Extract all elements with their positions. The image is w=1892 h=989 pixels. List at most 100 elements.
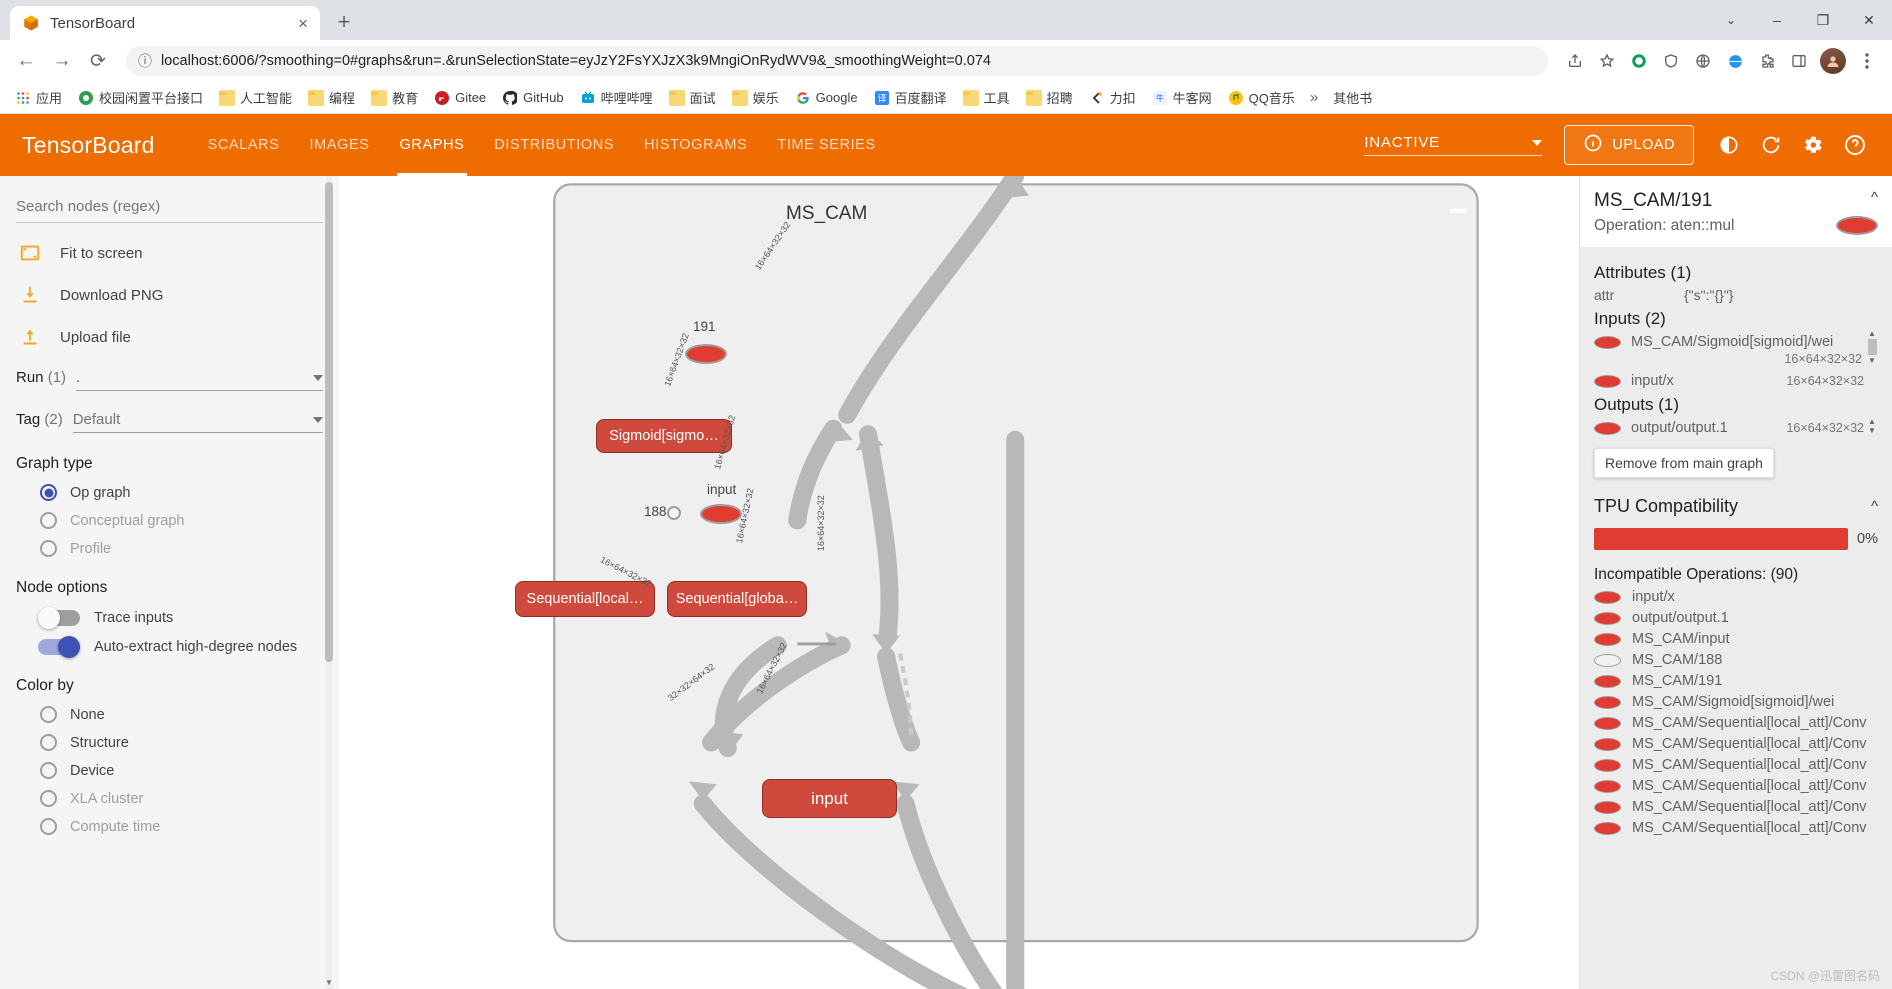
inactive-dropdown[interactable]: INACTIVE xyxy=(1364,134,1543,156)
radio-color-xla-cluster[interactable]: XLA cluster xyxy=(16,790,323,807)
forward-icon[interactable]: → xyxy=(46,45,78,77)
radio-color-structure[interactable]: Structure xyxy=(16,734,323,751)
node-input-bottom[interactable]: input xyxy=(762,779,897,818)
upload-file-button[interactable]: Upload file xyxy=(16,325,323,349)
edge-shield-icon[interactable] xyxy=(1624,46,1654,76)
scroll-down-arrow-icon[interactable]: ▼ xyxy=(324,977,334,987)
address-bar[interactable]: ⓘ localhost:6006/?smoothing=0#graphs&run… xyxy=(126,46,1548,76)
back-icon[interactable]: ← xyxy=(10,45,42,77)
bookmark-item[interactable]: 编程 xyxy=(301,85,362,110)
bookmark-item[interactable]: 校园闲置平台接口 xyxy=(71,85,210,110)
tab-scalars[interactable]: SCALARS xyxy=(193,114,295,176)
tab-search-chevron-down-icon[interactable]: ⌄ xyxy=(1708,0,1754,40)
radio-conceptual-graph[interactable]: Conceptual graph xyxy=(16,512,323,529)
bookmark-item[interactable]: 工具 xyxy=(956,85,1017,110)
radio-color-none[interactable]: None xyxy=(16,706,323,723)
dark-mode-icon[interactable] xyxy=(1711,127,1747,163)
star-icon[interactable] xyxy=(1592,46,1622,76)
site-info-icon[interactable]: ⓘ xyxy=(138,51,152,71)
incompatible-op-row[interactable]: MS_CAM/191 xyxy=(1594,673,1878,689)
share-icon[interactable] xyxy=(1560,46,1590,76)
download-png-button[interactable]: Download PNG xyxy=(16,283,323,307)
new-tab-button[interactable]: + xyxy=(330,8,358,36)
node-sequential-local[interactable]: Sequential[local… xyxy=(515,581,655,617)
help-question-icon[interactable] xyxy=(1837,127,1873,163)
bookmark-item[interactable]: 教育 xyxy=(364,85,425,110)
inspector-scroll-region[interactable]: Attributes (1) attr {"s":"{}"} Inputs (2… xyxy=(1580,247,1892,989)
tensorboard-logo[interactable]: TensorBoard xyxy=(22,132,155,159)
incompatible-op-row[interactable]: MS_CAM/Sequential[local_att]/Conv xyxy=(1594,799,1878,815)
run-dropdown[interactable]: . xyxy=(76,369,323,391)
bookmark-item[interactable]: 哔哩哔哩 xyxy=(573,85,660,110)
search-input[interactable] xyxy=(16,194,323,223)
inputs-scrollbar[interactable]: ▲ ▼ xyxy=(1866,329,1878,389)
tpu-compatibility-header[interactable]: TPU Compatibility ^ xyxy=(1594,496,1878,517)
outputs-scrollbar[interactable]: ▲ ▼ xyxy=(1866,417,1878,435)
tab-time-series[interactable]: TIME SERIES xyxy=(762,114,890,176)
translate-icon[interactable] xyxy=(1688,46,1718,76)
bookmark-item[interactable]: GitHub xyxy=(495,87,570,109)
incompatible-op-row[interactable]: input/x xyxy=(1594,589,1878,605)
bookmark-item[interactable]: 招聘 xyxy=(1019,85,1080,110)
scroll-down-arrow-icon[interactable]: ▼ xyxy=(1868,426,1876,435)
bookmark-item[interactable]: Google xyxy=(788,87,865,109)
scroll-up-arrow-icon[interactable]: ▲ xyxy=(1868,417,1876,426)
incompatible-op-row[interactable]: MS_CAM/188 xyxy=(1594,652,1878,668)
toggle-auto-extract[interactable]: Auto-extract high-degree nodes xyxy=(16,636,323,658)
toggle-trace-inputs[interactable]: Trace inputs xyxy=(16,607,323,629)
incompatible-op-row[interactable]: output/output.1 xyxy=(1594,610,1878,626)
tab-images[interactable]: IMAGES xyxy=(295,114,385,176)
tab-distributions[interactable]: DISTRIBUTIONS xyxy=(479,114,629,176)
fit-to-screen-button[interactable]: Fit to screen xyxy=(16,241,323,265)
minimize-button[interactable]: – xyxy=(1754,0,1800,40)
incompatible-op-row[interactable]: MS_CAM/Sequential[local_att]/Conv xyxy=(1594,736,1878,752)
reload-icon[interactable] xyxy=(1753,127,1789,163)
bookmark-item[interactable]: 牛 牛客网 xyxy=(1145,85,1219,110)
puzzle-icon[interactable] xyxy=(1752,46,1782,76)
bookmark-item[interactable]: 面试 xyxy=(662,85,723,110)
maximize-button[interactable]: ❐ xyxy=(1800,0,1846,40)
incompatible-op-row[interactable]: MS_CAM/input xyxy=(1594,631,1878,647)
close-window-button[interactable]: ✕ xyxy=(1846,0,1892,40)
other-bookmarks-button[interactable]: 其他书 xyxy=(1326,85,1379,110)
extension-globe-icon[interactable] xyxy=(1720,46,1750,76)
reload-icon[interactable]: ⟳ xyxy=(82,45,114,77)
close-icon[interactable]: × xyxy=(298,15,308,32)
bookmark-item[interactable]: 人工智能 xyxy=(212,85,299,110)
node-191[interactable] xyxy=(685,344,727,364)
node-sequential-global[interactable]: Sequential[globa… xyxy=(667,581,807,617)
chevron-up-icon[interactable]: ^ xyxy=(1871,190,1878,205)
settings-gear-icon[interactable] xyxy=(1795,127,1831,163)
graph-canvas[interactable]: MS_CAM 191 Sigmoid[sigmo… 188 input Sequ… xyxy=(339,176,1579,989)
sidebar-scrollbar[interactable]: ▼ xyxy=(324,176,334,989)
scrollbar-thumb[interactable] xyxy=(325,182,333,662)
tab-graphs[interactable]: GRAPHS xyxy=(385,114,480,176)
bookmarks-overflow-button[interactable]: » xyxy=(1304,89,1324,106)
bookmark-item[interactable]: 应用 xyxy=(8,85,69,110)
browser-menu-icon[interactable] xyxy=(1852,46,1882,76)
output-row[interactable]: output/output.1 16×64×32×32 xyxy=(1594,420,1864,436)
incompatible-op-row[interactable]: MS_CAM/Sequential[local_att]/Conv xyxy=(1594,820,1878,836)
scroll-down-arrow-icon[interactable]: ▼ xyxy=(1868,356,1876,365)
input-row[interactable]: MS_CAM/Sigmoid[sigmoid]/wei xyxy=(1594,334,1864,350)
sidepanel-icon[interactable] xyxy=(1784,46,1814,76)
node-input-inner[interactable] xyxy=(700,504,742,524)
bookmark-item[interactable]: QQ音乐 xyxy=(1221,85,1302,110)
bookmark-item[interactable]: 力扣 xyxy=(1082,85,1143,110)
incompatible-op-row[interactable]: MS_CAM/Sequential[local_att]/Conv xyxy=(1594,715,1878,731)
bookmark-item[interactable]: 译 百度翻译 xyxy=(867,85,954,110)
browser-tab[interactable]: TensorBoard × xyxy=(10,6,320,40)
bookmark-item[interactable]: 娱乐 xyxy=(725,85,786,110)
incompatible-op-row[interactable]: MS_CAM/Sigmoid[sigmoid]/wei xyxy=(1594,694,1878,710)
node-sigmoid[interactable]: Sigmoid[sigmo… xyxy=(596,419,732,453)
upload-button[interactable]: UPLOAD xyxy=(1564,125,1694,165)
scrollbar-thumb[interactable] xyxy=(1867,339,1877,355)
scroll-up-arrow-icon[interactable]: ▲ xyxy=(1868,329,1876,338)
radio-profile[interactable]: Profile xyxy=(16,540,323,557)
incompatible-op-row[interactable]: MS_CAM/Sequential[local_att]/Conv xyxy=(1594,778,1878,794)
radio-color-compute-time[interactable]: Compute time xyxy=(16,818,323,835)
tab-histograms[interactable]: HISTOGRAMS xyxy=(629,114,762,176)
remove-from-main-graph-button[interactable]: Remove from main graph xyxy=(1594,448,1774,478)
chevron-up-icon[interactable]: ^ xyxy=(1871,499,1878,514)
incompatible-op-row[interactable]: MS_CAM/Sequential[local_att]/Conv xyxy=(1594,757,1878,773)
